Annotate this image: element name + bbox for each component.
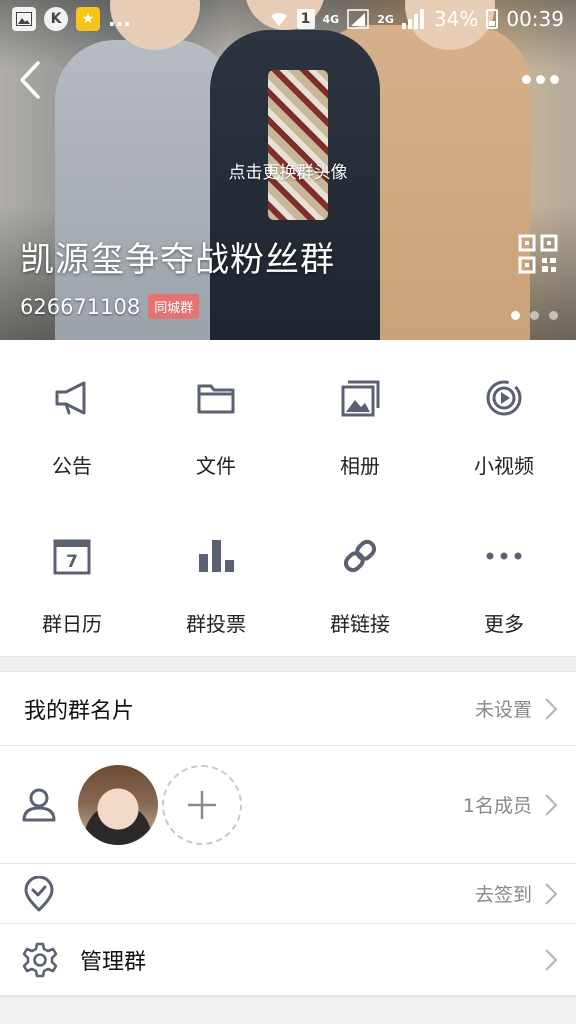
group-id-row: 626671108 同城群	[20, 294, 200, 319]
dot	[535, 74, 545, 84]
bar-chart-icon	[199, 540, 234, 572]
feature-short-video[interactable]: 小视频	[432, 340, 576, 498]
members-row[interactable]: 1名成员	[0, 746, 576, 864]
signin-row[interactable]: 去签到	[0, 864, 576, 924]
network-2g-label: 2G	[377, 12, 394, 26]
feature-label: 公告	[52, 454, 92, 478]
feature-label: 小视频	[474, 454, 534, 478]
video-icon	[486, 380, 522, 416]
status-time: 00:39	[506, 7, 564, 31]
group-name: 凯源玺争夺战粉丝群	[20, 240, 335, 280]
more-dots-icon	[486, 552, 522, 560]
sim-slot-icon: 1	[296, 9, 315, 29]
more-notifications-indicator: ...	[108, 7, 131, 31]
calendar-icon: 7	[53, 539, 91, 575]
link-icon	[343, 539, 377, 573]
feature-label: 更多	[484, 612, 524, 636]
change-avatar-hint[interactable]: 点击更换群头像	[0, 158, 576, 183]
my-group-card-value: 未设置	[474, 699, 532, 721]
folder-icon	[197, 384, 235, 414]
signin-value: 去签到	[474, 884, 532, 906]
network-4g-label: 4G	[322, 12, 340, 26]
feature-calendar[interactable]: 7 群日历	[0, 498, 144, 656]
feature-row: 公告 文件 相册 小视频	[0, 340, 576, 498]
feature-row: 7 群日历 群投票 群链接 更多	[0, 498, 576, 656]
feature-link[interactable]: 群链接	[288, 498, 432, 656]
feature-album[interactable]: 相册	[288, 340, 432, 498]
megaphone-icon	[55, 381, 86, 415]
add-member-button[interactable]	[162, 764, 242, 845]
page-dot	[549, 311, 558, 320]
chevron-right-icon	[545, 882, 558, 905]
dot	[549, 74, 559, 84]
feature-label: 相册	[340, 454, 380, 478]
page-dot	[530, 311, 539, 320]
signal-strength-icon	[347, 9, 369, 29]
my-group-card-row[interactable]: 我的群名片 未设置	[0, 672, 576, 746]
manage-group-row[interactable]: 管理群	[0, 924, 576, 996]
manage-group-title: 管理群	[80, 949, 147, 975]
cover-sweater-pattern	[268, 70, 328, 220]
group-id: 626671108	[20, 294, 141, 319]
battery-icon	[486, 9, 499, 29]
k-app-notification-icon: K	[44, 7, 68, 31]
more-options-button[interactable]	[518, 64, 562, 94]
feature-label: 群投票	[186, 612, 246, 636]
members-icon	[22, 788, 56, 821]
chevron-right-icon	[545, 793, 558, 816]
gear-icon	[22, 942, 58, 977]
plus-icon	[188, 790, 216, 819]
feature-label: 群日历	[42, 612, 102, 636]
feature-files[interactable]: 文件	[144, 340, 288, 498]
group-cover-image[interactable]: K ★ ... 1 4G 2G 34% 00:39 点击更换群头像 凯源玺争夺战…	[0, 0, 576, 340]
gallery-notification-icon	[12, 7, 36, 31]
location-check-icon	[24, 875, 54, 911]
member-count: 1名成员	[462, 795, 532, 817]
dot	[521, 74, 531, 84]
wifi-icon	[270, 12, 287, 26]
album-icon	[341, 380, 380, 417]
feature-more[interactable]: 更多	[432, 498, 576, 656]
feature-grid: 公告 文件 相册 小视频 7 群日历 群投票 群链接 更多	[0, 340, 576, 656]
status-bar: K ★ ... 1 4G 2G 34% 00:39	[0, 0, 576, 38]
page-dot-active	[511, 311, 520, 320]
back-arrow-icon[interactable]	[10, 55, 54, 105]
my-group-card-title: 我的群名片	[24, 698, 135, 724]
section-separator	[0, 996, 576, 1024]
feature-announcement[interactable]: 公告	[0, 340, 144, 498]
signal-bars-icon	[401, 9, 426, 29]
chevron-right-icon	[545, 948, 558, 971]
calendar-day-number: 7	[66, 552, 78, 572]
city-group-badge: 同城群	[148, 294, 200, 319]
section-separator	[0, 656, 576, 672]
cover-page-indicator	[511, 311, 558, 320]
battery-percent: 34%	[433, 7, 479, 31]
qr-code-icon[interactable]	[518, 234, 558, 274]
star-app-notification-icon: ★	[76, 7, 100, 31]
chevron-right-icon	[545, 697, 558, 720]
member-avatar[interactable]	[78, 764, 158, 845]
feature-label: 文件	[196, 454, 236, 478]
feature-vote[interactable]: 群投票	[144, 498, 288, 656]
feature-label: 群链接	[330, 612, 390, 636]
